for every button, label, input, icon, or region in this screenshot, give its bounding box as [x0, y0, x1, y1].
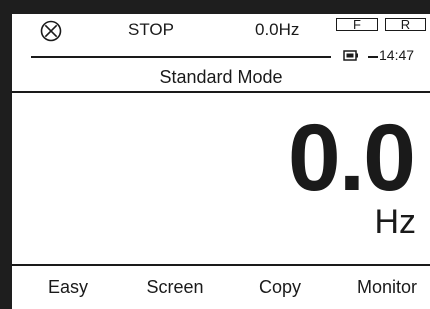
clock: 14:47: [379, 47, 415, 63]
circle-x-icon: [40, 20, 62, 42]
frequency-reference: 0.0Hz: [255, 20, 300, 39]
status-divider: [31, 56, 331, 58]
mode-title: Standard Mode: [159, 67, 283, 87]
monitor-value: 0.0: [287, 105, 416, 211]
lcd-screen: STOP 0.0Hz F R 14:47 Standard Mode 0.0 H…: [12, 14, 430, 309]
keypad-frame: STOP 0.0Hz F R 14:47 Standard Mode 0.0 H…: [0, 0, 430, 309]
softkey-copy[interactable]: Copy: [240, 276, 320, 298]
softkey-easy[interactable]: Easy: [28, 276, 108, 298]
run-status: STOP: [128, 20, 174, 39]
softkey-monitor[interactable]: Monitor: [344, 276, 430, 298]
direction-forward-indicator: F: [336, 18, 378, 31]
direction-reverse-indicator: R: [385, 18, 426, 31]
monitor-unit: Hz: [374, 203, 416, 241]
battery-icon: [343, 50, 358, 61]
softkey-screen[interactable]: Screen: [130, 276, 220, 298]
softkey-divider: [12, 264, 430, 266]
status-divider-segment: [368, 56, 378, 58]
header-divider: [12, 91, 430, 93]
